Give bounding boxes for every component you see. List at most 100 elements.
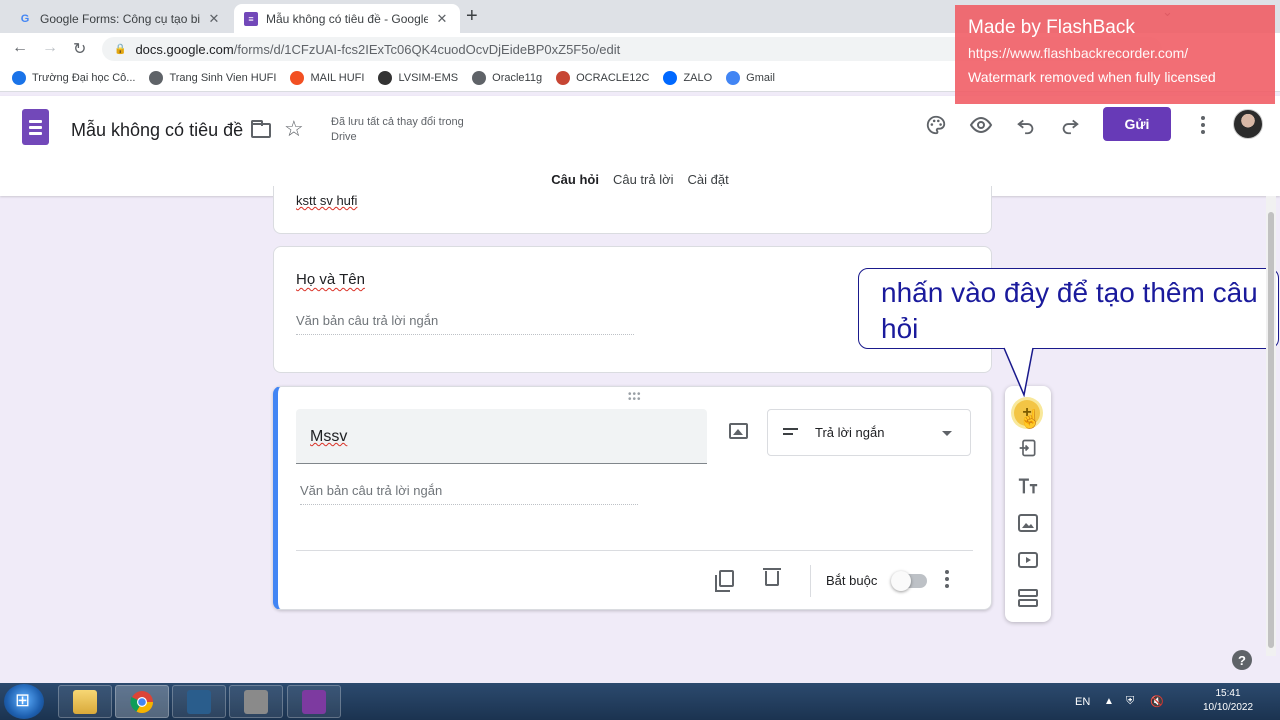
hand-cursor-icon: ☝ xyxy=(1019,409,1042,429)
system-clock[interactable]: 15:41 10/10/2022 xyxy=(1198,687,1258,715)
globe-icon xyxy=(149,71,164,85)
more-options-icon[interactable] xyxy=(1191,113,1215,137)
undo-icon[interactable] xyxy=(1014,113,1038,137)
microsoft-icon xyxy=(290,71,305,85)
bookmark-item[interactable]: Gmail xyxy=(726,71,775,85)
palette-icon[interactable] xyxy=(924,113,948,137)
send-button[interactable]: Gửi xyxy=(1103,107,1171,141)
forms-header: Mẫu không có tiêu đề ☆ Đã lưu tất cả tha… xyxy=(0,96,1280,196)
bookmark-item[interactable]: OCRACLE12C xyxy=(556,71,649,85)
zalo-icon xyxy=(663,71,678,85)
tutorial-callout: nhấn vào đây để tạo thêm câu hỏi xyxy=(858,268,1279,349)
bookmark-label: ZALO xyxy=(683,72,713,84)
clock-time: 15:41 xyxy=(1215,688,1241,699)
google-forms-logo-icon[interactable] xyxy=(22,109,49,145)
shield-icon[interactable]: ⛨ xyxy=(1126,683,1134,720)
bookmark-label: LVSIM-EMS xyxy=(398,72,459,84)
watermark-note: Watermark removed when fully licensed xyxy=(968,69,1216,85)
scrollbar-thumb[interactable] xyxy=(1268,212,1274,648)
close-tab-icon[interactable]: ✕ xyxy=(434,11,450,27)
folder-icon[interactable] xyxy=(251,120,271,138)
short-answer-icon xyxy=(783,428,798,435)
tab-title: Google Forms: Công cụ tạo biểu xyxy=(40,11,200,26)
import-questions-icon[interactable] xyxy=(1016,436,1040,460)
preview-eye-icon[interactable] xyxy=(969,113,993,137)
close-tab-icon[interactable]: ✕ xyxy=(206,11,222,27)
start-button[interactable] xyxy=(4,684,44,719)
bookmark-label: Gmail xyxy=(746,72,775,84)
globe-icon xyxy=(472,71,487,85)
tab-title: Mẫu không có tiêu đề - Google F xyxy=(266,11,428,26)
form-description-card[interactable]: kstt sv hufi xyxy=(273,186,992,234)
browser-tab-form-editor[interactable]: ≡ Mẫu không có tiêu đề - Google F ✕ xyxy=(234,4,460,33)
chrome-icon xyxy=(130,690,153,713)
form-title[interactable]: Mẫu không có tiêu đề xyxy=(71,120,243,141)
question-title-input[interactable]: Mssv xyxy=(296,409,707,464)
browser-tab-google-forms[interactable]: G Google Forms: Công cụ tạo biểu ✕ xyxy=(8,4,232,33)
short-answer-placeholder: Văn bản câu trả lời ngắn xyxy=(300,483,638,505)
taskbar-explorer[interactable] xyxy=(58,685,112,718)
question-type-dropdown[interactable]: Trả lời ngắn xyxy=(767,409,971,456)
school-icon xyxy=(12,71,26,85)
taskbar-app-4[interactable] xyxy=(229,685,283,718)
app-icon xyxy=(244,689,268,714)
short-answer-placeholder: Văn bản câu trả lời ngắn xyxy=(296,313,634,335)
add-image-icon[interactable] xyxy=(729,423,748,439)
duplicate-icon[interactable] xyxy=(715,570,734,592)
add-image-icon[interactable] xyxy=(1016,511,1040,535)
form-description-text: kstt sv hufi xyxy=(296,193,358,208)
google-icon: G xyxy=(20,12,30,25)
url-host: docs.google.com xyxy=(135,41,234,57)
save-status: Đã lưu tất cả thay đổi trong Drive xyxy=(331,116,464,143)
star-icon[interactable]: ☆ xyxy=(284,116,304,142)
question-type-label: Trả lời ngắn xyxy=(815,425,885,440)
language-indicator[interactable]: EN xyxy=(1075,683,1090,720)
windows-taskbar: EN ▲ ⛨ 🔇 15:41 10/10/2022 xyxy=(0,683,1280,720)
new-tab-icon[interactable]: + xyxy=(466,5,478,28)
back-icon[interactable]: ← xyxy=(12,39,28,57)
taskbar-chrome[interactable] xyxy=(115,685,169,718)
avatar[interactable] xyxy=(1233,109,1263,139)
active-question-card[interactable]: ••• ••• Mssv Trả lời ngắn Văn bản câu trả… xyxy=(273,386,992,610)
callout-pointer xyxy=(1003,347,1034,397)
bookmark-item[interactable]: MAIL HUFI xyxy=(290,71,364,85)
divider xyxy=(810,565,811,597)
oracle-icon xyxy=(556,71,571,85)
bookmark-item[interactable]: Trường Đại học Cô... xyxy=(12,71,135,85)
taskbar-recorder[interactable] xyxy=(287,685,341,718)
bookmark-item[interactable]: ZALO xyxy=(663,71,712,85)
flashback-icon xyxy=(302,689,326,714)
taskbar-app-3[interactable] xyxy=(172,685,226,718)
add-title-text-icon[interactable] xyxy=(1016,474,1040,498)
volume-muted-icon[interactable]: 🔇 xyxy=(1150,683,1164,720)
dropdown-caret-icon xyxy=(942,431,952,436)
add-section-icon[interactable] xyxy=(1016,586,1040,610)
lock-icon: 🔒 xyxy=(114,43,127,55)
forward-icon[interactable]: → xyxy=(42,39,58,57)
contacts-icon xyxy=(187,689,211,714)
delete-icon[interactable] xyxy=(763,568,781,586)
tray-arrow-icon[interactable]: ▲ xyxy=(1104,683,1114,720)
bookmark-label: Trường Đại học Cô... xyxy=(32,72,136,84)
required-label: Bắt buộc xyxy=(826,573,878,588)
bookmark-label: Oracle11g xyxy=(492,72,543,84)
google-forms-icon: ≡ xyxy=(244,11,258,26)
watermark-title: Made by FlashBack xyxy=(968,17,1135,38)
bookmark-item[interactable]: LVSIM-EMS xyxy=(378,71,458,85)
required-toggle[interactable] xyxy=(891,571,927,591)
drag-handle-icon[interactable]: ••• ••• xyxy=(628,390,642,405)
reload-icon[interactable]: ↻ xyxy=(73,39,86,59)
question-more-icon[interactable] xyxy=(945,570,949,588)
help-icon[interactable]: ? xyxy=(1232,650,1252,670)
bookmark-item[interactable]: Oracle11g xyxy=(472,71,542,85)
bookmark-item[interactable]: Trang Sinh Vien HUFI xyxy=(149,71,276,85)
watermark-overlay: Made by FlashBack https://www.flashbackr… xyxy=(955,5,1275,104)
bookmark-label: MAIL HUFI xyxy=(310,72,365,84)
bookmark-label: Trang Sinh Vien HUFI xyxy=(169,72,277,84)
add-video-icon[interactable] xyxy=(1016,548,1040,572)
divider xyxy=(296,550,973,551)
clock-date: 10/10/2022 xyxy=(1202,702,1254,713)
redo-icon[interactable] xyxy=(1058,113,1082,137)
watermark-url: https://www.flashbackrecorder.com/ xyxy=(968,45,1189,61)
folder-icon xyxy=(73,689,97,714)
